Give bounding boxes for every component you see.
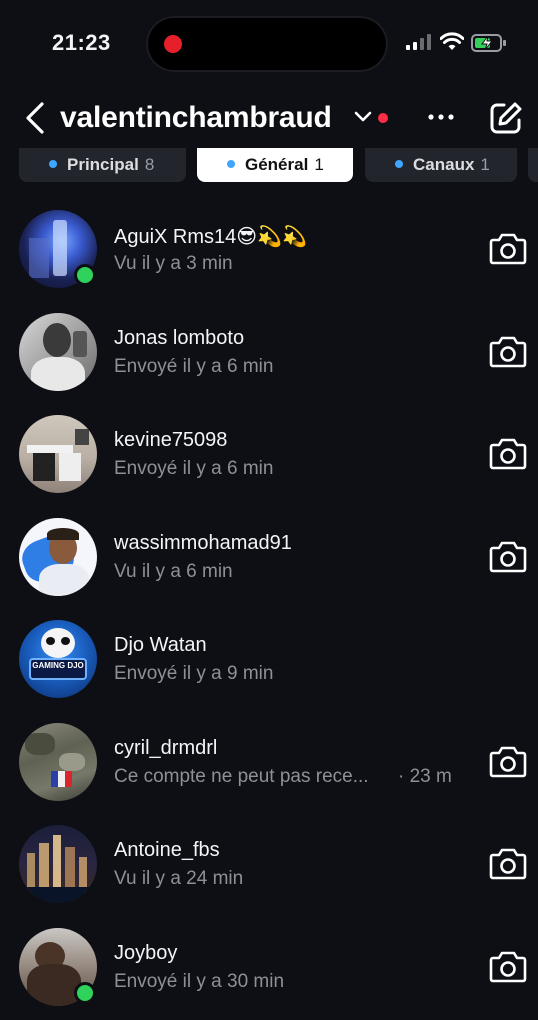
avatar-logo-text: GAMING DJO — [29, 658, 87, 680]
avatar[interactable] — [19, 517, 97, 596]
conversation-name: Antoine_fbs — [114, 839, 220, 861]
conversation-status: Vu il y a 24 min — [114, 868, 244, 889]
conversation-status: Vu il y a 3 min — [114, 253, 233, 274]
conversation-status: Vu il y a 6 min — [114, 560, 233, 582]
inbox-header: valentinchambraud — [0, 95, 538, 145]
dynamic-island — [146, 16, 388, 72]
conversation-row[interactable]: kevine75098 Envoyé il y a 6 min — [0, 403, 538, 506]
unread-dot-icon — [49, 160, 57, 168]
avatar[interactable] — [19, 312, 97, 391]
conversation-status: Envoyé il y a 30 min — [114, 970, 285, 992]
back-arrow-icon[interactable] — [22, 101, 48, 135]
status-time: 21:23 — [52, 30, 111, 55]
more-options-icon[interactable] — [425, 99, 457, 135]
camera-icon[interactable] — [489, 436, 527, 470]
battery-charging-icon — [471, 34, 506, 52]
tab-principal[interactable]: Principal 8 — [19, 148, 186, 182]
camera-icon[interactable] — [489, 334, 527, 368]
conversation-name: wassimmohamad91 — [114, 531, 292, 554]
avatar[interactable] — [19, 415, 97, 493]
conversation-name: Jonas lomboto — [114, 326, 245, 349]
conversation-row[interactable]: Antoine_fbs Vu il y a 24 min — [0, 813, 538, 916]
recording-indicator-icon — [164, 35, 182, 53]
conversation-status: Envoyé il y a 6 min — [114, 355, 274, 377]
camera-icon[interactable] — [489, 744, 527, 778]
conversation-name: Djo Watan — [114, 634, 207, 656]
conversation-row[interactable]: GAMING DJO Djo Watan Envoyé il y a 9 min — [0, 608, 538, 711]
camera-icon[interactable] — [489, 231, 527, 265]
camera-icon[interactable] — [489, 949, 527, 983]
camera-icon[interactable] — [489, 846, 527, 880]
unread-dot-icon — [227, 160, 235, 168]
online-status-dot — [74, 981, 96, 1004]
wifi-icon — [440, 32, 464, 50]
avatar[interactable] — [19, 722, 97, 801]
conversation-row[interactable]: wassimmohamad91 Vu il y a 6 min — [0, 506, 538, 609]
conversation-name: cyril_drmdrl — [114, 736, 218, 759]
conversation-row[interactable]: Jonas lomboto Envoyé il y a 6 min — [0, 301, 538, 404]
conversation-row[interactable]: AguiX Rms14😎💫💫 Vu il y a 3 min — [0, 198, 538, 301]
conversation-name: AguiX Rms14😎💫💫 — [114, 226, 307, 248]
conversation-status: Envoyé il y a 9 min — [114, 663, 274, 684]
conversation-list: AguiX Rms14😎💫💫 Vu il y a 3 min Jonas lom… — [0, 198, 538, 1018]
inbox-tabs: Principal 8 Général 1 Canaux 1 — [0, 148, 538, 182]
tab-canaux[interactable]: Canaux 1 — [365, 148, 517, 182]
conversation-name: kevine75098 — [114, 429, 228, 451]
tab-general[interactable]: Général 1 — [197, 148, 353, 182]
camera-icon[interactable] — [489, 539, 527, 573]
online-status-dot — [74, 264, 96, 286]
conversation-name: Joyboy — [114, 941, 178, 964]
conversation-status: Ce compte ne peut pas rece... — [114, 765, 369, 787]
tab-overflow[interactable] — [528, 148, 538, 182]
unread-dot-icon — [395, 160, 403, 168]
compose-message-icon[interactable] — [489, 101, 523, 135]
conversation-row[interactable]: Joyboy Envoyé il y a 30 min — [0, 916, 538, 1019]
conversation-time: · 23 m — [398, 765, 452, 787]
cellular-signal-icon — [406, 34, 431, 50]
account-username[interactable]: valentinchambraud — [60, 101, 332, 135]
avatar[interactable] — [19, 825, 97, 903]
status-bar: 21:23 — [0, 0, 538, 90]
avatar[interactable]: GAMING DJO — [19, 620, 97, 698]
conversation-status: Envoyé il y a 6 min — [114, 458, 274, 479]
chevron-down-icon[interactable] — [354, 111, 372, 123]
conversation-row[interactable]: cyril_drmdrl Ce compte ne peut pas rece.… — [0, 711, 538, 814]
notification-dot — [378, 113, 388, 123]
